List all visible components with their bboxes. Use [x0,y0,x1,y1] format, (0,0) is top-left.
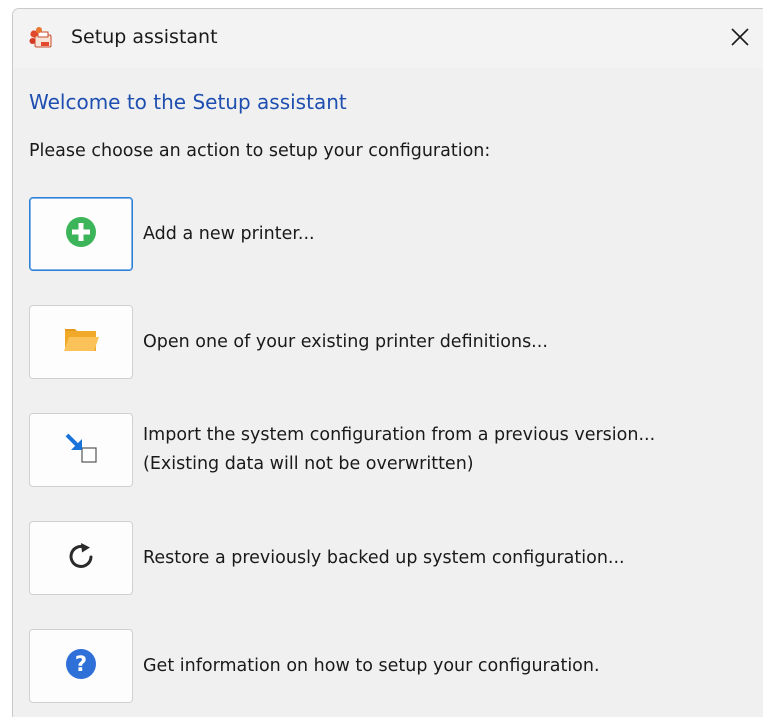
restore-icon [66,541,96,575]
help-label: Get information on how to setup your con… [143,655,600,676]
welcome-heading: Welcome to the Setup assistant [29,90,347,114]
open-printer-label: Open one of your existing printer defini… [143,331,548,352]
restore-config-label: Restore a previously backed up system co… [143,547,625,568]
instruction-text: Please choose an action to setup your co… [29,141,491,161]
action-import-config: Import the system configuration from a p… [29,413,759,489]
restore-config-button[interactable] [29,521,133,595]
setup-assistant-window: Setup assistant Welcome to the Setup ass… [12,8,763,717]
help-button[interactable]: ? [29,629,133,703]
import-config-button[interactable] [29,413,133,487]
open-printer-button[interactable] [29,305,133,379]
add-printer-label: Add a new printer... [143,223,315,244]
open-printer-text: Open one of your existing printer defini… [143,305,548,379]
folder-open-icon [63,325,99,359]
help-text: Get information on how to setup your con… [143,629,600,703]
svg-text:?: ? [75,652,87,676]
close-button[interactable] [717,9,763,68]
help-icon: ? [65,648,97,684]
printer-app-icon [28,26,54,52]
action-open-printer: Open one of your existing printer defini… [29,305,759,381]
import-config-text: Import the system configuration from a p… [143,413,655,487]
action-add-printer: Add a new printer... [29,197,759,273]
restore-config-text: Restore a previously backed up system co… [143,521,625,595]
title-bar: Setup assistant [13,9,763,68]
add-printer-button[interactable] [29,197,133,271]
close-icon [730,27,750,51]
add-printer-text: Add a new printer... [143,197,315,271]
add-circle-icon [65,216,97,252]
import-config-subtext: (Existing data will not be overwritten) [143,454,474,474]
action-restore-config: Restore a previously backed up system co… [29,521,759,597]
window-title: Setup assistant [71,26,218,48]
action-help: ? Get information on how to setup your c… [29,629,759,705]
import-config-label: Import the system configuration from a p… [143,425,656,445]
import-icon [63,431,99,469]
